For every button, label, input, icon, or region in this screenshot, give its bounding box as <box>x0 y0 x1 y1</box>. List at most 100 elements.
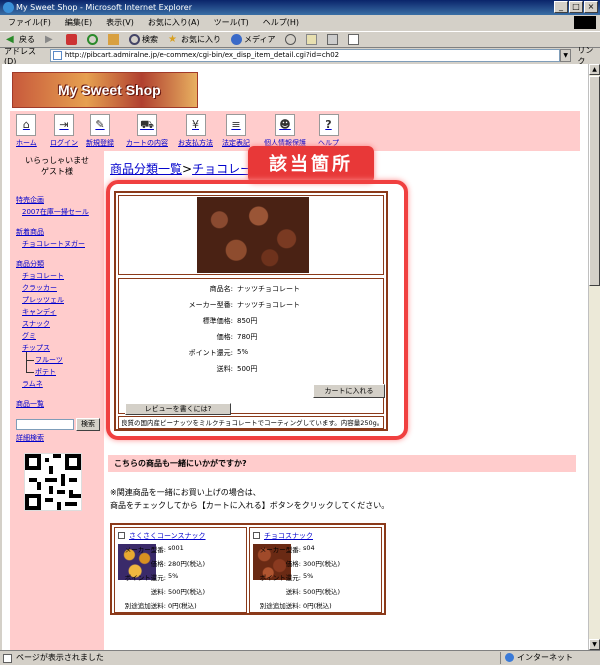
breadcrumb-root-link[interactable]: 商品分類一覧 <box>110 162 182 176</box>
mail-icon <box>306 34 318 45</box>
nav-help[interactable]: ? ヘルプ <box>318 114 339 148</box>
edit-icon <box>348 34 360 45</box>
security-zone: インターネット <box>500 652 573 664</box>
recommend-checkbox[interactable] <box>253 532 260 539</box>
highlight-frame <box>106 180 408 440</box>
sidebar-search-input[interactable] <box>16 419 74 430</box>
window-title: My Sweet Shop - Microsoft Internet Explo… <box>16 3 192 12</box>
nav-register[interactable]: ✎ 新規登録 <box>86 114 114 148</box>
stop-button[interactable] <box>66 34 77 45</box>
minimize-button[interactable]: _ <box>554 1 568 13</box>
greeting: いらっしゃいませ ゲスト様 <box>25 156 89 176</box>
new-item-link[interactable]: チョコレートヌガー <box>22 239 85 249</box>
mail-button[interactable] <box>306 34 318 45</box>
search-icon <box>129 34 140 45</box>
shop-logo-text: My Sweet Shop <box>58 82 161 98</box>
scroll-down-button[interactable]: ▼ <box>589 639 600 650</box>
stop-icon <box>66 34 77 45</box>
forward-button[interactable]: ▶ <box>45 34 56 45</box>
globe-icon <box>505 653 514 662</box>
help-icon: ? <box>318 114 339 136</box>
advanced-search-link[interactable]: 詳細検索 <box>16 433 44 443</box>
recommended-product: さくさくコーンスナック メーカー型番: s001 価格: 280円(税込) ポイント… <box>114 527 247 613</box>
menu-file[interactable]: ファイル(F) <box>8 15 51 30</box>
page-done-icon <box>3 654 12 663</box>
recommend-checkbox[interactable] <box>118 532 125 539</box>
forward-arrow-icon: ▶ <box>45 34 53 45</box>
nav-privacy[interactable]: ☻ 個人情報保護 <box>264 114 306 148</box>
nav-home[interactable]: ⌂ ホーム <box>16 114 37 148</box>
refresh-icon <box>87 34 98 45</box>
category-heading-link[interactable]: 商品分類 <box>16 259 44 269</box>
favorites-button[interactable]: ★ お気に入り <box>168 34 221 45</box>
back-arrow-icon: ◀ <box>6 34 14 45</box>
refresh-button[interactable] <box>87 34 98 45</box>
search-button[interactable]: 検索 <box>129 34 158 45</box>
edit-button[interactable] <box>348 34 360 45</box>
special-item-link[interactable]: 2007在庫一掃セール <box>22 207 89 217</box>
ie-icon <box>3 2 14 13</box>
url-input[interactable]: http://pibcart.admiralne.jp/e-commex/cgi… <box>49 49 560 62</box>
category-pretzel[interactable]: プレッツェル <box>22 295 64 305</box>
nav-legal[interactable]: ≡ 法定表記 <box>222 114 250 148</box>
breadcrumb: 商品分類一覧>チョコレート <box>110 160 264 177</box>
page-icon <box>52 51 62 60</box>
sidebar-search-button[interactable]: 検索 <box>76 418 100 431</box>
menu-tools[interactable]: ツール(T) <box>214 15 249 30</box>
nav-login[interactable]: ⇥ ログイン <box>50 114 78 148</box>
new-heading-link[interactable]: 新着商品 <box>16 227 44 237</box>
menu-bar: ファイル(F) 編集(E) 表示(V) お気に入り(A) ツール(T) ヘルプ(… <box>0 15 600 30</box>
recommendation-note-1: ※関連商品を一緒にお買い上げの場合は、 <box>110 488 261 497</box>
nav-payment[interactable]: ¥ お支払方法 <box>178 114 213 148</box>
menu-edit[interactable]: 編集(E) <box>65 15 92 30</box>
media-icon <box>231 34 242 45</box>
url-dropdown-button[interactable]: ▼ <box>559 49 572 62</box>
print-icon <box>327 34 339 45</box>
scrollbar-thumb[interactable] <box>589 76 600 286</box>
status-text: ページが表示されました <box>16 653 104 662</box>
close-button[interactable]: × <box>584 1 598 13</box>
print-button[interactable] <box>327 34 339 45</box>
legal-icon: ≡ <box>226 114 246 136</box>
shop-logo-banner[interactable]: My Sweet Shop <box>12 72 198 108</box>
recommended-product-link[interactable]: さくさくコーンスナック <box>129 531 206 541</box>
category-chocolate[interactable]: チョコレート <box>22 271 64 281</box>
recommended-product: チョコスナック メーカー型番: s04 価格: 300円(税込) ポイント還元: 5%… <box>249 527 382 613</box>
window-titlebar: My Sweet Shop - Microsoft Internet Explo… <box>0 0 600 15</box>
history-button[interactable] <box>285 34 297 45</box>
home-toolbar-button[interactable] <box>108 34 119 45</box>
media-button[interactable]: メディア <box>231 34 275 45</box>
address-label: アドレス(D) <box>4 46 36 66</box>
category-ramune[interactable]: ラムネ <box>22 379 43 389</box>
recommended-product-link[interactable]: チョコスナック <box>264 531 313 541</box>
menu-help[interactable]: ヘルプ(H) <box>263 15 299 30</box>
address-bar: アドレス(D) http://pibcart.admiralne.jp/e-co… <box>0 46 600 66</box>
privacy-icon: ☻ <box>275 114 295 136</box>
vertical-scrollbar[interactable]: ▲ ▼ <box>588 64 600 650</box>
subcategory-potato[interactable]: ポテト <box>35 367 56 377</box>
product-list-link[interactable]: 商品一覧 <box>16 399 44 409</box>
scroll-up-button[interactable]: ▲ <box>589 64 600 75</box>
home-icon: ⌂ <box>16 114 37 136</box>
qr-code-graphic <box>25 454 81 510</box>
recommendation-heading: こちらの商品も一緒にいかがですか? <box>108 455 576 472</box>
payment-icon: ¥ <box>185 114 206 136</box>
tree-line <box>26 352 34 361</box>
maximize-button[interactable]: □ <box>569 1 583 13</box>
menu-favorites[interactable]: お気に入り(A) <box>148 15 200 30</box>
category-snack[interactable]: スナック <box>22 319 50 329</box>
category-cracker[interactable]: クラッカー <box>22 283 57 293</box>
page-viewport: My Sweet Shop ⌂ ホーム ⇥ ログイン ✎ 新規登録 ⛟ カートの内容 ¥… <box>2 64 588 650</box>
special-heading-link[interactable]: 特売企画 <box>16 195 44 205</box>
breadcrumb-separator: > <box>182 162 193 176</box>
category-candy[interactable]: キャンディ <box>22 307 57 317</box>
subcategory-fruits[interactable]: フルーツ <box>35 355 63 365</box>
nav-cart[interactable]: ⛟ カートの内容 <box>126 114 168 148</box>
category-gummy[interactable]: グミ <box>22 331 36 341</box>
menu-view[interactable]: 表示(V) <box>106 15 134 30</box>
history-icon <box>285 34 297 45</box>
back-button[interactable]: ◀ 戻る <box>6 34 35 45</box>
annotation-callout: 該当箇所 <box>248 146 374 183</box>
shop-nav-bar: ⌂ ホーム ⇥ ログイン ✎ 新規登録 ⛟ カートの内容 ¥ お支払方法 ≡ 法定表記 ☻ 個… <box>10 111 580 151</box>
cart-icon: ⛟ <box>137 114 157 136</box>
